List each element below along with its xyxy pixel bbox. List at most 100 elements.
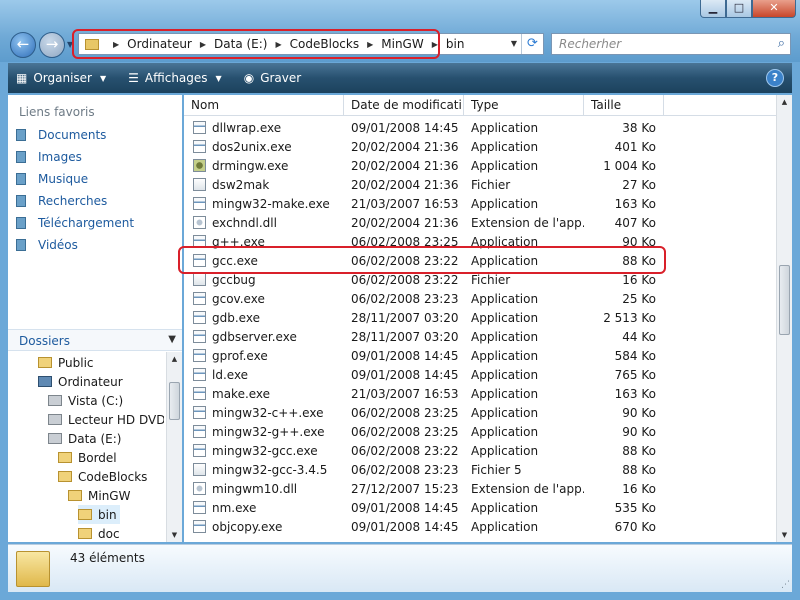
file-size: 88 Ko [622, 462, 656, 477]
table-row[interactable]: nm.exe 09/01/2008 14:45 Application 535 Ko [184, 498, 776, 517]
folder-icon [16, 551, 50, 587]
table-row[interactable]: gdb.exe 28/11/2007 03:20 Application 2 513 … [184, 308, 776, 327]
file-icon [193, 140, 206, 153]
favorite-link-documents[interactable]: Documents [16, 128, 106, 142]
tree-item-public[interactable]: Public [38, 353, 94, 372]
file-icon [193, 273, 206, 286]
scroll-up-icon[interactable]: ▲ [777, 95, 792, 109]
favorite-link-images[interactable]: Images [16, 150, 82, 164]
affichages-label: Affichages [144, 71, 208, 85]
folder-icon [78, 509, 92, 520]
file-date: 20/02/2004 21:36 [351, 215, 459, 230]
favorite-link-telechargement[interactable]: Téléchargement [16, 216, 134, 230]
resize-grip-icon[interactable]: ⋰ [781, 580, 790, 590]
file-date: 20/02/2004 21:36 [351, 158, 459, 173]
affichages-button[interactable]: ☰ Affichages ▼ [128, 71, 222, 85]
file-name: gcov.exe [212, 291, 265, 306]
table-row[interactable]: dsw2mak 20/02/2004 21:36 Fichier 27 Ko [184, 175, 776, 194]
maximize-button[interactable]: □ [726, 0, 752, 18]
folders-title: Dossiers [19, 334, 70, 348]
file-size: 44 Ko [622, 329, 656, 344]
tree-item-dvd[interactable]: Lecteur HD DVD-R [48, 410, 164, 429]
table-row[interactable]: ld.exe 09/01/2008 14:45 Application 765 Ko [184, 365, 776, 384]
tree-item-mingw[interactable]: MinGW [68, 486, 130, 505]
table-row[interactable]: dos2unix.exe 20/02/2004 21:36 Application 4… [184, 137, 776, 156]
tree-item-doc[interactable]: doc [78, 524, 120, 542]
table-row[interactable]: mingw32-make.exe 21/03/2007 16:53 Applicat… [184, 194, 776, 213]
file-type: Fichier [471, 272, 511, 287]
file-name: dllwrap.exe [212, 120, 282, 135]
tree-item-vista[interactable]: Vista (C:) [48, 391, 123, 410]
scroll-down-icon[interactable]: ▼ [777, 528, 792, 542]
tree-item-ordinateur[interactable]: Ordinateur [38, 372, 123, 391]
search-input[interactable]: Recherher ⌕ [551, 33, 791, 55]
file-date: 09/01/2008 14:45 [351, 519, 459, 534]
file-list-scrollbar[interactable]: ▲ ▼ [776, 95, 792, 542]
column-date[interactable]: Date de modificati... [344, 95, 464, 115]
file-date: 09/01/2008 14:45 [351, 120, 459, 135]
file-size: 163 Ko [614, 196, 656, 211]
help-button[interactable]: ? [766, 69, 784, 87]
back-button[interactable]: ← [10, 32, 36, 58]
table-row[interactable]: mingw32-gcc.exe 06/02/2008 23:22 Applicati… [184, 441, 776, 460]
refresh-button[interactable]: ⟳ [521, 34, 543, 54]
table-row[interactable]: dllwrap.exe 09/01/2008 14:45 Application 38… [184, 118, 776, 137]
scroll-up-icon[interactable]: ▲ [167, 352, 182, 366]
folder-icon [68, 490, 82, 501]
favorite-label: Documents [38, 128, 107, 142]
search-icon[interactable]: ⌕ [778, 36, 785, 51]
column-size[interactable]: Taille [584, 95, 664, 115]
gcc-highlight [178, 246, 666, 274]
table-row[interactable]: make.exe 21/03/2007 16:53 Application 163 K… [184, 384, 776, 403]
table-row[interactable]: mingw32-c++.exe 06/02/2008 23:25 Applicati… [184, 403, 776, 422]
tree-item-data[interactable]: Data (E:) [48, 429, 121, 448]
favorite-link-musique[interactable]: Musique [16, 172, 88, 186]
forward-button[interactable]: → [39, 32, 65, 58]
file-name-cell: mingw32-g++.exe [184, 425, 344, 439]
minimize-button[interactable]: ▁ [700, 0, 726, 18]
views-icon: ☰ [128, 71, 139, 85]
table-row[interactable]: gdbserver.exe 28/11/2007 03:20 Application… [184, 327, 776, 346]
tree-item-label: Ordinateur [58, 374, 123, 389]
table-row[interactable]: exchndl.dll 20/02/2004 21:36 Extension de … [184, 213, 776, 232]
tree-item-bordel[interactable]: Bordel [58, 448, 117, 467]
table-row[interactable]: gcov.exe 06/02/2008 23:23 Application 25 Ko [184, 289, 776, 308]
caption-buttons: ▁ □ ✕ [700, 0, 796, 18]
file-date: 06/02/2008 23:22 [351, 272, 459, 287]
computer-icon [38, 376, 52, 387]
column-type[interactable]: Type [464, 95, 584, 115]
tree-item-label: doc [98, 526, 120, 541]
file-size: 16 Ko [622, 272, 656, 287]
table-row[interactable]: mingw32-gcc-3.4.5 06/02/2008 23:23 Fichier… [184, 460, 776, 479]
folders-header[interactable]: Dossiers ▼ [8, 329, 182, 351]
folder-tree-scrollbar[interactable]: ▲ ▼ [166, 352, 182, 542]
address-dropdown-icon[interactable]: ▼ [511, 39, 517, 48]
tree-item-bin[interactable]: bin [78, 505, 120, 524]
scroll-down-icon[interactable]: ▼ [167, 528, 182, 542]
file-name-cell: mingw32-c++.exe [184, 406, 344, 420]
file-name-cell: gdb.exe [184, 311, 344, 325]
favorite-link-videos[interactable]: Vidéos [16, 238, 78, 252]
file-name: mingw32-gcc-3.4.5 [212, 462, 328, 477]
file-name: mingw32-gcc.exe [212, 443, 318, 458]
tree-item-codeblocks[interactable]: CodeBlocks [58, 467, 147, 486]
tree-item-label: Vista (C:) [68, 393, 124, 408]
table-row[interactable]: mingwm10.dll 27/12/2007 15:23 Extension de… [184, 479, 776, 498]
column-name[interactable]: Nom [184, 95, 344, 115]
organiser-button[interactable]: ▦ Organiser ▼ [16, 71, 106, 85]
file-rows: dllwrap.exe 09/01/2008 14:45 Application 38… [184, 117, 776, 542]
close-button[interactable]: ✕ [752, 0, 796, 18]
file-type: Extension de l'app... [471, 481, 584, 496]
breadcrumb-bin[interactable]: bin [446, 37, 465, 51]
file-date: 28/11/2007 03:20 [351, 329, 459, 344]
table-row[interactable]: drmingw.exe 20/02/2004 21:36 Application 1 … [184, 156, 776, 175]
table-row[interactable]: objcopy.exe 09/01/2008 14:45 Application 67… [184, 517, 776, 536]
scrollbar-thumb[interactable] [169, 382, 180, 420]
file-name: drmingw.exe [212, 158, 289, 173]
graver-button[interactable]: ◉ Graver [244, 71, 302, 85]
file-name-cell: ld.exe [184, 368, 344, 382]
favorite-link-recherches[interactable]: Recherches [16, 194, 107, 208]
scrollbar-thumb[interactable] [779, 265, 790, 335]
table-row[interactable]: mingw32-g++.exe 06/02/2008 23:25 Applicati… [184, 422, 776, 441]
table-row[interactable]: gprof.exe 09/01/2008 14:45 Application 584 … [184, 346, 776, 365]
